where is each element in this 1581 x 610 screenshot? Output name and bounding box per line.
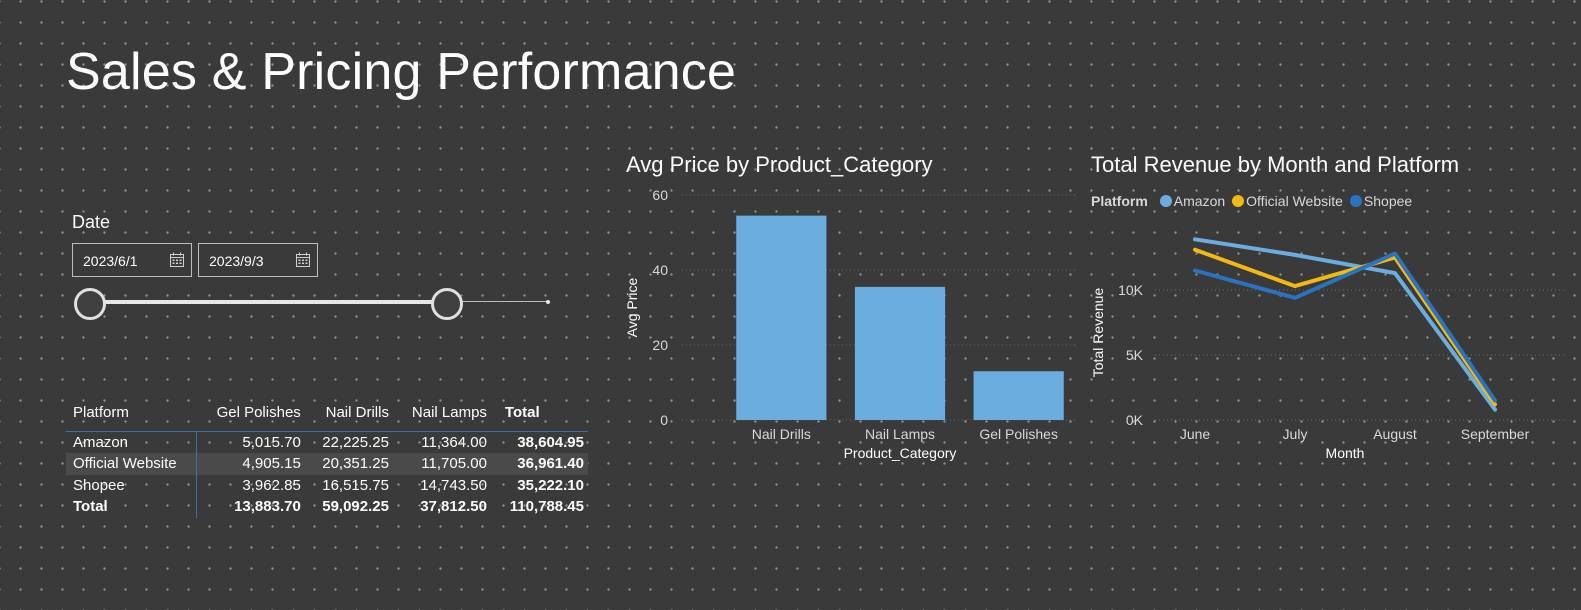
table-cell: 11,705.00 (392, 453, 491, 475)
end-date-value: 2023/9/3 (209, 253, 264, 269)
slider-start-handle[interactable] (74, 288, 106, 320)
slider-end-handle[interactable] (431, 288, 463, 320)
legend-label: Amazon (1173, 193, 1226, 209)
column-header[interactable]: Nail Drills (305, 398, 393, 432)
y-tick-label: 5K (1126, 347, 1144, 363)
legend-dot (1232, 195, 1245, 207)
legend-label: Official Website (1246, 193, 1343, 209)
table-cell: 59,092.25 (322, 498, 389, 516)
table-cell: 37,812.50 (420, 498, 487, 516)
legend-title: Platform (1091, 193, 1148, 209)
revenue-line-chart: 0K 5K 10K June July August September Month Total… (1090, 237, 1565, 461)
table-row[interactable]: Amazon 5,015.70 22,225.25 11,364.00 38,6… (66, 431, 588, 453)
table-cell: 16,515.75 (322, 476, 389, 494)
y-tick-label: 40 (652, 262, 668, 278)
series-line-shopee (1193, 251, 1497, 403)
legend-item-official-website[interactable]: Official Website (1232, 193, 1343, 209)
chart-legend: Platform Amazon Official Website Shopee (1091, 193, 1419, 209)
column-header[interactable]: Nail Lamps (393, 398, 491, 432)
y-axis-label: Avg Price (624, 277, 640, 337)
calendar-icon[interactable] (295, 252, 311, 268)
grand-total-cell: 110,788.45 (509, 498, 584, 516)
start-date-value: 2023/6/1 (83, 253, 138, 269)
slider-track-end (546, 300, 550, 304)
y-tick-label: 10K (1118, 282, 1144, 298)
x-tick-label: September (1461, 426, 1530, 442)
table-cell: 5,015.70 (242, 434, 301, 451)
column-header[interactable]: Platform (66, 398, 196, 432)
bar (736, 215, 827, 420)
x-axis-label: Month (1326, 445, 1365, 461)
bar (973, 371, 1064, 420)
y-tick-label: 20 (652, 337, 668, 353)
x-tick-label: Gel Polishes (979, 426, 1058, 442)
matrix-header-row: Platform Gel Polishes Nail Drills Nail L… (66, 398, 588, 432)
date-slicer-label: Date (72, 212, 111, 232)
slider-selected-range[interactable] (90, 300, 448, 304)
legend-dot (1159, 195, 1172, 207)
table-cell: 14,743.50 (420, 476, 487, 494)
total-row: Total 13,883.70 59,092.25 37,812.50 110,… (66, 496, 588, 518)
column-header[interactable]: Gel Polishes (196, 398, 305, 432)
row-total-cell: 36,961.40 (490, 453, 588, 475)
legend-dot (1349, 195, 1362, 207)
legend-item-shopee[interactable]: Shopee (1349, 193, 1413, 209)
table-cell: 13,883.70 (234, 498, 301, 516)
row-header: Total (66, 496, 197, 518)
x-tick-label: June (1180, 426, 1211, 442)
platform-category-matrix: Platform Gel Polishes Nail Drills Nail L… (66, 398, 588, 518)
table-cell: 4,905.15 (196, 453, 305, 475)
row-header: Amazon (66, 431, 197, 453)
legend-label: Shopee (1363, 193, 1413, 209)
bar-chart-title: Avg Price by Product_Category (626, 152, 933, 177)
line-chart-title: Total Revenue by Month and Platform (1091, 152, 1460, 177)
calendar-icon[interactable] (169, 252, 185, 268)
x-axis-label: Product_Category (844, 445, 957, 461)
start-date-input[interactable]: 2023/6/1 (72, 243, 192, 277)
page-title: Sales & Pricing Performance (66, 43, 737, 101)
table-cell: 11,364.00 (421, 434, 487, 451)
series-line-official-website (1193, 247, 1497, 407)
y-axis-label: Total Revenue (1090, 288, 1106, 378)
y-tick-label: 0 (660, 412, 668, 428)
date-slicer: Date 2023/6/1 2023/9/3 (72, 212, 572, 332)
table-row[interactable]: Shopee 3,962.85 16,515.75 14,743.50 35,2… (66, 474, 588, 496)
row-header: Official Website (66, 453, 197, 475)
x-tick-label: Nail Drills (752, 426, 811, 442)
row-total-cell: 38,604.95 (517, 434, 584, 451)
y-tick-label: 60 (652, 187, 668, 203)
row-total-cell: 35,222.10 (517, 476, 584, 494)
y-tick-label: 0K (1126, 412, 1144, 428)
table-cell: 22,225.25 (322, 434, 389, 451)
column-header[interactable]: Total (491, 398, 588, 432)
x-tick-label: August (1373, 426, 1417, 442)
table-cell: 3,962.85 (242, 476, 301, 494)
x-tick-label: Nail Lamps (865, 426, 935, 442)
x-tick-label: July (1283, 426, 1308, 442)
end-date-input[interactable]: 2023/9/3 (198, 243, 318, 277)
legend-item-amazon[interactable]: Amazon (1159, 193, 1226, 209)
table-cell: 20,351.25 (304, 453, 393, 475)
avg-price-bar-chart: 0 20 40 60 Nail Drills Nail Lamps Gel Polishes… (624, 187, 1078, 461)
row-header: Shopee (66, 474, 197, 496)
table-row[interactable]: Official Website 4,905.15 20,351.25 11,7… (66, 453, 588, 475)
bar (854, 286, 946, 420)
